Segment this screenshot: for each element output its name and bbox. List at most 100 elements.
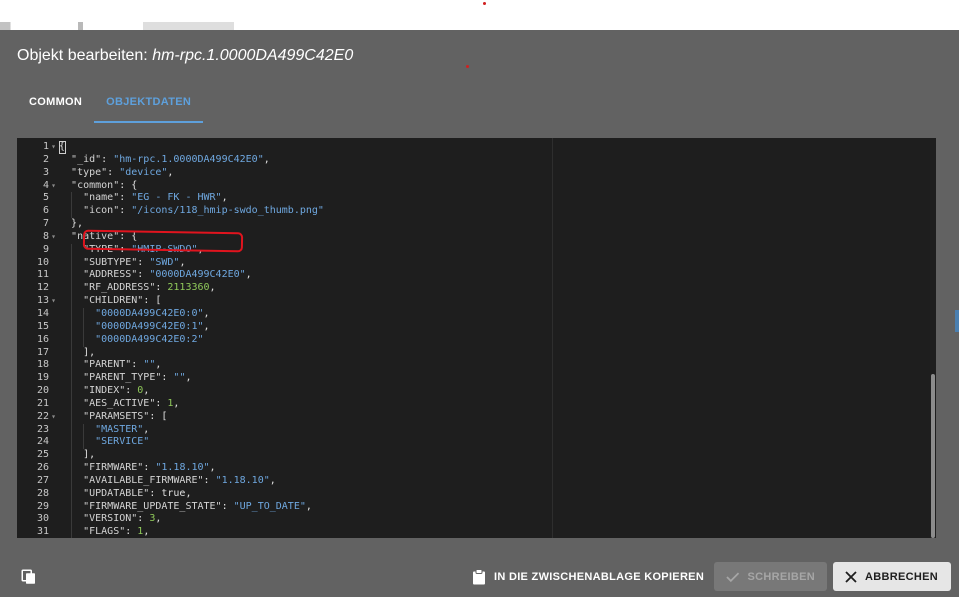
line-number: 16 (36, 333, 49, 345)
fold-arrow-icon[interactable]: ▾ (51, 141, 56, 154)
line-number: 5 (42, 192, 49, 204)
line-number: 13 ▾ (36, 295, 56, 308)
indent-guide (71, 307, 73, 321)
indent-guide (71, 526, 73, 538)
side-edge-tab (955, 310, 959, 332)
line-number: 2 (42, 153, 49, 165)
indent-guide (71, 346, 73, 360)
fold-arrow-icon[interactable]: ▾ (51, 411, 56, 424)
indent-guide (71, 487, 73, 501)
tab-common[interactable]: COMMON (17, 86, 94, 121)
indent-guide (71, 410, 73, 424)
indent-guide (83, 436, 85, 450)
indent-guide (71, 243, 73, 257)
indent-guide (71, 269, 73, 283)
editor-gutter: 1 ▾ 2 3 4 ▾ 5 6 7 8 ▾ 9 10 11 12 13 ▾ 14 15 16 17 18 19 20 21 22 ▾… (17, 141, 56, 538)
code-line[interactable]: "common": { (59, 180, 929, 193)
code-line[interactable]: "icon": "/icons/118_hmip-swdo_thumb.png" (59, 205, 929, 219)
line-number: 1 ▾ (42, 141, 56, 154)
line-number: 6 (42, 205, 49, 217)
fold-arrow-icon[interactable]: ▾ (51, 180, 56, 193)
indent-guide (71, 385, 73, 398)
fold-arrow-icon[interactable]: ▾ (51, 295, 56, 308)
code-line[interactable]: "0000DA499C42E0:2" (59, 333, 929, 347)
indent-guide (71, 192, 73, 206)
code-line[interactable]: "FLAGS": 1, (59, 526, 929, 538)
indent-guide (83, 320, 85, 334)
indent-guide (83, 423, 85, 437)
code-line[interactable]: "FIRMWARE_UPDATE_STATE": "UP_TO_DATE", (59, 500, 929, 514)
code-line[interactable]: "ADDRESS": "0000DA499C42E0", (59, 269, 929, 283)
code-line[interactable]: "UPDATABLE": true, (59, 487, 929, 501)
code-line[interactable]: { (59, 141, 929, 154)
copy-icon[interactable] (20, 568, 38, 586)
line-number: 20 (36, 385, 49, 397)
tab-bar: COMMON OBJEKTDATEN (17, 86, 204, 123)
save-button[interactable]: SCHREIBEN (714, 562, 827, 591)
code-line[interactable]: }, (59, 218, 929, 231)
indent-guide (71, 320, 73, 334)
code-line[interactable]: "VERSION": 3, (59, 513, 929, 527)
fold-arrow-icon[interactable]: ▾ (51, 231, 56, 244)
code-line[interactable]: "SERVICE" (59, 436, 929, 450)
line-number: 18 (36, 359, 49, 371)
line-number: 28 (36, 487, 49, 499)
dialog-title: Objekt bearbeiten: hm-rpc.1.0000DA499C42… (17, 47, 353, 65)
indent-guide (71, 333, 73, 347)
editor-scrollbar[interactable] (931, 374, 935, 538)
indent-guide (83, 333, 85, 347)
line-number: 26 (36, 462, 49, 474)
tab-objektdaten[interactable]: OBJEKTDATEN (94, 86, 204, 123)
indent-guide (71, 256, 73, 270)
code-line[interactable]: ], (59, 449, 929, 463)
code-line[interactable]: "PARENT": "", (59, 359, 929, 373)
editor-code[interactable]: { "_id": "hm-rpc.1.0000DA499C42E0", "typ… (59, 141, 929, 538)
edit-object-dialog: Objekt bearbeiten: hm-rpc.1.0000DA499C42… (0, 30, 959, 597)
line-number: 3 (42, 166, 49, 178)
code-line[interactable]: "INDEX": 0, (59, 385, 929, 398)
code-line[interactable]: "PARENT_TYPE": "", (59, 372, 929, 386)
code-line[interactable]: "_id": "hm-rpc.1.0000DA499C42E0", (59, 154, 929, 167)
code-line[interactable]: "PARAMSETS": [ (59, 410, 929, 424)
code-line[interactable]: "FIRMWARE": "1.18.10", (59, 462, 929, 475)
line-number: 23 (36, 423, 49, 435)
line-number: 19 (36, 372, 49, 384)
clipboard-icon (473, 568, 485, 584)
line-number: 27 (36, 474, 49, 486)
annotation-highlight (82, 229, 244, 253)
code-line[interactable]: "0000DA499C42E0:1", (59, 320, 929, 334)
indent-guide (71, 423, 73, 437)
code-line[interactable]: ], (59, 346, 929, 360)
copy-clipboard-button[interactable]: IN DIE ZWISCHENABLAGE KOPIEREN (460, 562, 716, 591)
line-number: 30 (36, 513, 49, 525)
code-line[interactable]: "MASTER", (59, 423, 929, 437)
code-line[interactable]: "AVAILABLE_FIRMWARE": "1.18.10", (59, 474, 929, 488)
line-number: 14 (36, 307, 49, 319)
code-line[interactable]: "type": "device", (59, 167, 929, 180)
code-line[interactable]: "AES_ACTIVE": 1, (59, 397, 929, 411)
code-line[interactable]: "0000DA499C42E0:0", (59, 307, 929, 321)
copy-clipboard-label: IN DIE ZWISCHENABLAGE KOPIEREN (494, 570, 705, 583)
line-number: 7 (42, 218, 49, 230)
cancel-label: ABBRECHEN (865, 570, 938, 583)
background-app-strip (0, 0, 959, 30)
code-line[interactable]: "CHILDREN": [ (59, 295, 929, 308)
indent-guide (83, 307, 85, 321)
indent-guide (71, 295, 73, 308)
line-number: 10 (36, 256, 49, 268)
code-line[interactable]: "name": "EG - FK - HWR", (59, 192, 929, 206)
indent-guide (71, 500, 73, 514)
cancel-button[interactable]: ABBRECHEN (833, 562, 951, 591)
code-line[interactable]: "SUBTYPE": "SWD", (59, 256, 929, 270)
code-line[interactable]: "RF_ADDRESS": 2113360, (59, 282, 929, 296)
line-number: 9 (42, 243, 49, 255)
text-cursor (59, 141, 66, 154)
line-number: 8 ▾ (42, 230, 56, 244)
indent-guide (71, 513, 73, 527)
line-number: 21 (36, 397, 49, 409)
json-editor[interactable]: 1 ▾ 2 3 4 ▾ 5 6 7 8 ▾ 9 10 11 12 13 ▾ 14 15 16 17 18 19 20 21 22 ▾… (17, 138, 936, 538)
dialog-object-id: hm-rpc.1.0000DA499C42E0 (152, 47, 354, 64)
annotation-dot (483, 2, 486, 5)
close-icon (845, 570, 857, 583)
indent-guide (71, 462, 73, 475)
